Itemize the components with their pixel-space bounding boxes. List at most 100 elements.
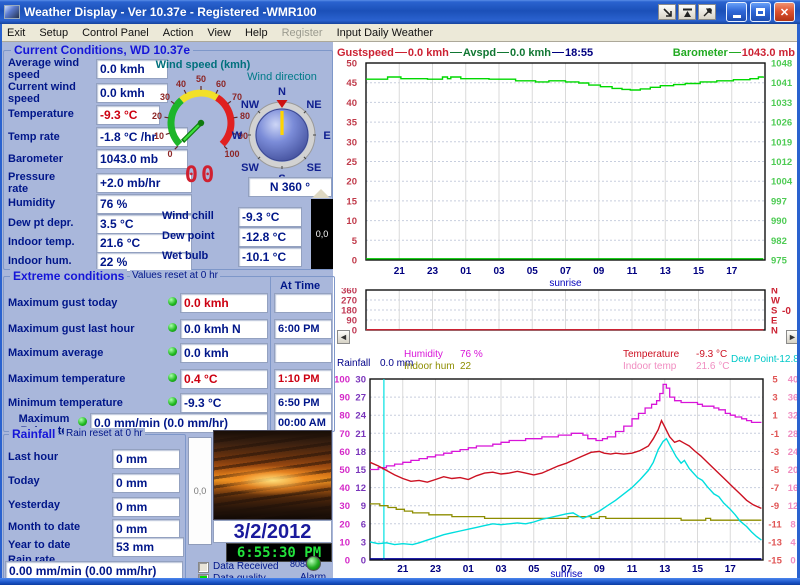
svg-text:25: 25 (346, 157, 357, 168)
indoor-temp-legend-label: Indoor temp (623, 361, 676, 372)
ec-row-value: -9.3 °C (180, 393, 268, 413)
rain-row-value: 53 mm (112, 537, 184, 557)
svg-text:13: 13 (660, 266, 672, 277)
menu-help[interactable]: Help (238, 26, 275, 40)
minimize-to-tray-button[interactable] (658, 4, 676, 20)
wind-direction-compass: N NE E SE S SW W NW (230, 81, 334, 185)
sunset-photo (213, 430, 332, 520)
svg-text:100: 100 (335, 376, 350, 386)
panel-title: Rainfall (9, 427, 58, 441)
svg-text:40: 40 (346, 98, 357, 109)
svg-text:sunrise: sunrise (549, 278, 582, 288)
svg-text:8: 8 (790, 519, 795, 530)
gust-legend: Gustspeed0.0 kmh (337, 47, 449, 59)
status-led (168, 373, 177, 382)
cc-row-label: Temperature (8, 108, 94, 120)
extreme-conditions-panel: Extreme conditions Values reset at 0 hr … (3, 276, 335, 432)
titlebar[interactable]: Weather Display - Ver 10.37e - Registere… (0, 0, 800, 24)
ec-row-value: 0.4 °C (180, 369, 268, 389)
svg-text:50: 50 (346, 60, 357, 70)
svg-text:12: 12 (355, 483, 366, 494)
maximize-button[interactable] (750, 2, 771, 22)
svg-text:1004: 1004 (771, 177, 793, 188)
ec-row-label: Maximum gust today (8, 297, 166, 309)
pin-icon (701, 6, 714, 19)
always-on-top-button[interactable] (698, 4, 716, 20)
menu-setup[interactable]: Setup (32, 26, 75, 40)
temperature-humidity-chart: 2123010305070911131517sunrise10090807060… (335, 376, 800, 578)
ec-row-label: Maximum gust last hour (8, 323, 166, 335)
wind-direction-chart: 360270180900NWSEN-0 (335, 288, 800, 334)
svg-text:50: 50 (339, 465, 350, 476)
svg-text:-5: -5 (771, 465, 780, 476)
svg-text:sunrise: sunrise (550, 569, 583, 578)
ec-row-label: Minimum temperature (8, 397, 166, 409)
wind-speed-bar: 0,0 (311, 199, 333, 269)
svg-text:NE: NE (306, 99, 321, 111)
close-button[interactable]: ✕ (774, 2, 795, 22)
cc-row-label: Indoor hum. (8, 255, 94, 267)
data-received-checkbox[interactable] (198, 562, 209, 573)
svg-text:-9: -9 (771, 501, 779, 512)
svg-text:20: 20 (152, 111, 162, 121)
svg-text:17: 17 (726, 266, 738, 277)
rain-row-label: Year to date (8, 539, 108, 551)
svg-text:80: 80 (339, 411, 350, 422)
panel-title: Current Conditions, WD 10.37e (11, 43, 193, 57)
minimize-button[interactable] (726, 2, 747, 22)
svg-text:17: 17 (725, 564, 737, 575)
svg-text:10: 10 (339, 537, 350, 548)
rain-row-label: Today (8, 475, 108, 487)
panel-subtitle: Values reset at 0 hr (130, 270, 220, 281)
window-border-bottom (0, 578, 800, 585)
at-time-header: At Time (280, 280, 320, 292)
temp-legend-label: Temperature (623, 349, 679, 360)
svg-text:21: 21 (394, 266, 406, 277)
menubar: Exit Setup Control Panel Action View Hel… (0, 24, 800, 42)
rain-row-value: 0 mm (112, 473, 180, 493)
svg-text:3: 3 (361, 537, 366, 548)
dew-legend-value: -12.8 (776, 354, 799, 365)
panel-title: Extreme conditions (10, 269, 127, 283)
roll-up-button[interactable] (678, 4, 696, 20)
svg-text:24: 24 (355, 411, 366, 422)
ec-row-time (274, 293, 332, 313)
humidity-legend-label: Humidity (404, 349, 443, 360)
menu-exit[interactable]: Exit (0, 26, 32, 40)
wind-barometer-chart: 2123010305070911131517sunrise50454035302… (335, 60, 800, 288)
svg-text:4: 4 (790, 537, 796, 548)
svg-text:1012: 1012 (771, 157, 792, 168)
barometer-legend-label: Barometer (673, 47, 728, 59)
svg-text:03: 03 (495, 564, 507, 575)
svg-text:20: 20 (346, 177, 357, 188)
ec-row-label: Maximum average (8, 347, 166, 359)
ec-row-value: 0.0 kmh (180, 293, 268, 313)
svg-text:E: E (323, 130, 330, 142)
humidity-legend-value: 76 % (460, 349, 483, 360)
weather-display-window: Weather Display - Ver 10.37e - Registere… (0, 0, 800, 585)
svg-text:-7: -7 (771, 483, 779, 494)
svg-text:0: 0 (352, 326, 357, 335)
svg-text:23: 23 (430, 564, 442, 575)
ec-row-time: 6:50 PM (274, 393, 332, 413)
menu-input-daily-weather[interactable]: Input Daily Weather (330, 26, 440, 40)
ec-row-value: 0.0 kmh N (180, 319, 268, 339)
svg-text:9: 9 (361, 501, 366, 512)
derived-label: Wet bulb (162, 250, 208, 262)
maximize-icon (756, 8, 765, 16)
barometer-legend-value: 1043.0 mb (742, 47, 795, 59)
svg-text:11: 11 (627, 564, 638, 575)
alarm-button[interactable] (306, 556, 321, 571)
menu-view[interactable]: View (200, 26, 238, 40)
scroll-left-button[interactable]: ◄ (337, 330, 350, 344)
svg-text:09: 09 (594, 564, 606, 575)
svg-text:50: 50 (196, 74, 206, 84)
svg-text:35: 35 (346, 118, 357, 129)
menu-control-panel[interactable]: Control Panel (75, 26, 156, 40)
cc-row-label: Dew pt depr. (8, 217, 94, 229)
indoor-hum-legend-label: Indoor hum (404, 361, 455, 372)
svg-text:10: 10 (346, 216, 357, 227)
menu-action[interactable]: Action (156, 26, 201, 40)
rain-row-label: Month to date (8, 521, 108, 533)
svg-text:60: 60 (339, 447, 350, 458)
